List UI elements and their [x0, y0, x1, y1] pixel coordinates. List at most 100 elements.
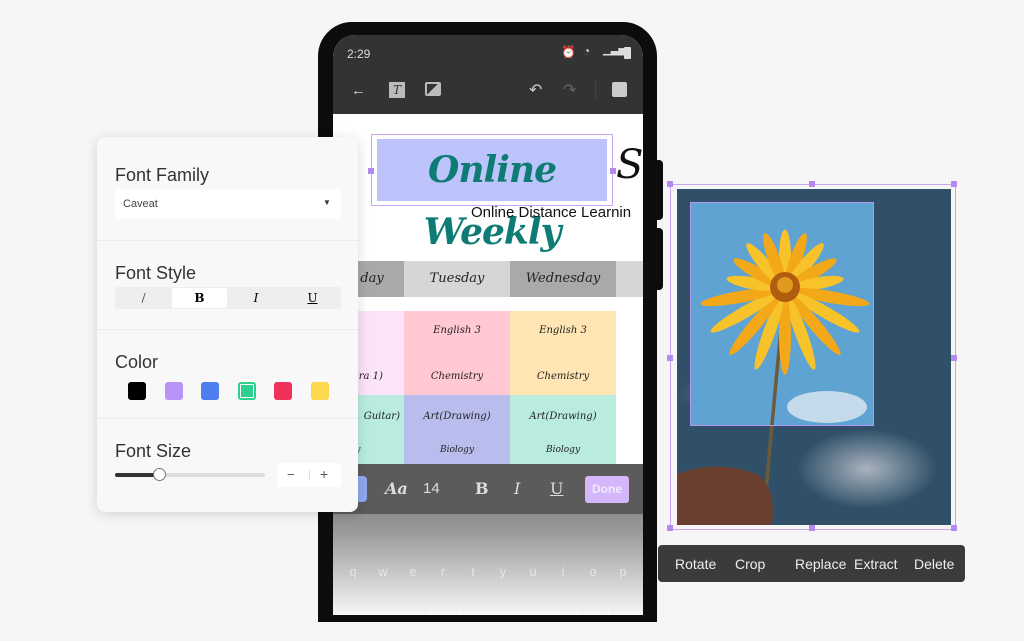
document-title[interactable]: Online Weekly [377, 139, 607, 253]
cell-text: Chemistry [536, 371, 590, 382]
status-bar: 2:29 ⏰ ◔ ▁▃▅ [333, 35, 643, 70]
delete-button[interactable]: Delete [914, 556, 954, 572]
done-button[interactable]: Done [585, 476, 629, 503]
header-cell [616, 261, 643, 297]
status-time: 2:29 [347, 47, 371, 61]
font-family-select[interactable]: Caveat ▼ [115, 189, 341, 219]
key-s[interactable]: s [389, 607, 409, 615]
undo-icon[interactable]: ↶ [529, 80, 542, 100]
editor-toolbar: ← T ↶ ↷ [333, 70, 643, 114]
schedule-body: 3 English 3 English 3 gebra 1) Chemistry… [340, 311, 616, 464]
color-label: Color [115, 352, 159, 372]
chevron-down-icon: ▼ [323, 198, 331, 207]
color-swatch[interactable] [201, 382, 219, 400]
table-cell [510, 311, 616, 395]
cell-text: Chemistry [430, 371, 484, 382]
resize-handle[interactable] [667, 181, 673, 187]
style-italic-button[interactable]: I [228, 287, 284, 309]
key-e[interactable]: e [403, 564, 423, 579]
color-swatch[interactable] [164, 382, 183, 400]
bold-button[interactable]: B [475, 479, 489, 498]
header-cell: Wednesday [510, 261, 616, 297]
back-arrow-icon[interactable]: ← [351, 82, 366, 99]
font-style-label: Font Style [115, 263, 197, 283]
decrease-button[interactable]: − [287, 467, 295, 482]
color-swatch[interactable] [274, 382, 292, 400]
document-canvas: Online Weekly Sc Online Distance Learnin… [333, 114, 643, 464]
style-normal-button[interactable]: / [115, 287, 172, 309]
title-overflow-text: Sc [616, 142, 643, 188]
key-j[interactable]: j [539, 607, 559, 615]
font-size-slider[interactable] [115, 468, 265, 481]
style-underline-button[interactable]: U [284, 287, 341, 309]
key-r[interactable]: r [433, 564, 453, 579]
key-f[interactable]: f [449, 607, 469, 615]
font-family-label: Font Family [115, 165, 210, 185]
battery-icon [624, 47, 631, 59]
resize-handle[interactable] [951, 355, 957, 361]
resize-handle[interactable] [809, 525, 815, 531]
divider [97, 418, 358, 419]
alarm-icon: ⏰ [561, 45, 576, 59]
key-y[interactable]: y [493, 564, 513, 579]
key-t[interactable]: t [463, 564, 483, 579]
resize-handle[interactable] [809, 181, 815, 187]
resize-handle[interactable] [667, 355, 673, 361]
text-tool-icon[interactable]: T [389, 82, 405, 98]
toolbar-divider [595, 80, 596, 100]
redo-icon[interactable]: ↷ [563, 80, 576, 100]
divider [97, 329, 358, 330]
signal-icon: ▁▃▅ [603, 45, 627, 56]
image-tool-icon[interactable] [425, 82, 441, 96]
resize-handle[interactable] [368, 168, 374, 174]
cell-text: English 3 [433, 325, 481, 336]
replace-button[interactable]: Replace [795, 556, 846, 572]
selected-text-box[interactable]: Online Weekly [368, 134, 616, 253]
save-icon[interactable] [612, 82, 627, 97]
rotate-button[interactable]: Rotate [675, 556, 716, 572]
style-bold-button[interactable]: B [172, 288, 227, 308]
text-format-panel: Font Family Caveat ▼ Font Style / B I U … [97, 137, 358, 512]
font-style-segmented: / B I U [115, 287, 341, 309]
key-q[interactable]: q [343, 564, 363, 579]
document-subtitle: Online Distance Learnin [471, 204, 632, 221]
key-a[interactable]: a [359, 607, 379, 615]
key-o[interactable]: o [583, 564, 603, 579]
schedule-header: day Tuesday Wednesday [340, 261, 643, 297]
key-w[interactable]: w [373, 564, 393, 579]
font-button[interactable]: Aa [385, 479, 408, 498]
cell-text: Biology [439, 445, 475, 455]
color-swatch[interactable] [237, 382, 256, 400]
increase-button[interactable]: + [320, 466, 328, 482]
key-k[interactable]: k [569, 607, 589, 615]
key-u[interactable]: u [523, 564, 543, 579]
table-cell [404, 311, 510, 395]
key-p[interactable]: p [613, 564, 633, 579]
key-l[interactable]: l [599, 607, 619, 615]
extract-button[interactable]: Extract [854, 556, 898, 572]
resize-handle[interactable] [667, 525, 673, 531]
font-size-stepper: − + [277, 463, 341, 487]
crop-button[interactable]: Crop [735, 556, 765, 572]
color-swatch[interactable] [310, 382, 329, 400]
keyboard: Aa 14 B I U Done qwertyuiop a s d f g h j k l [333, 464, 643, 615]
divider [309, 470, 310, 480]
underline-button[interactable]: U [550, 479, 563, 498]
cell-text: Art(Drawing) [423, 411, 491, 422]
cell-text: Biology [545, 445, 581, 455]
key-g[interactable]: g [479, 607, 499, 615]
phone-screen: 2:29 ⏰ ◔ ▁▃▅ ← T ↶ ↷ Online Weekly Sc On… [333, 35, 643, 615]
resize-handle[interactable] [951, 181, 957, 187]
slider-thumb[interactable] [153, 468, 166, 481]
key-d[interactable]: d [419, 607, 439, 615]
image-action-toolbar: Rotate Crop Replace Extract Delete [658, 545, 965, 582]
cell-text: English 3 [539, 325, 587, 336]
selected-image-frame[interactable] [667, 181, 957, 531]
italic-button[interactable]: I [514, 479, 520, 498]
font-size-button[interactable]: 14 [423, 480, 440, 497]
key-i[interactable]: i [553, 564, 573, 579]
key-h[interactable]: h [509, 607, 529, 615]
resize-handle[interactable] [951, 525, 957, 531]
crop-region[interactable] [690, 202, 874, 426]
color-swatch[interactable] [128, 382, 146, 400]
